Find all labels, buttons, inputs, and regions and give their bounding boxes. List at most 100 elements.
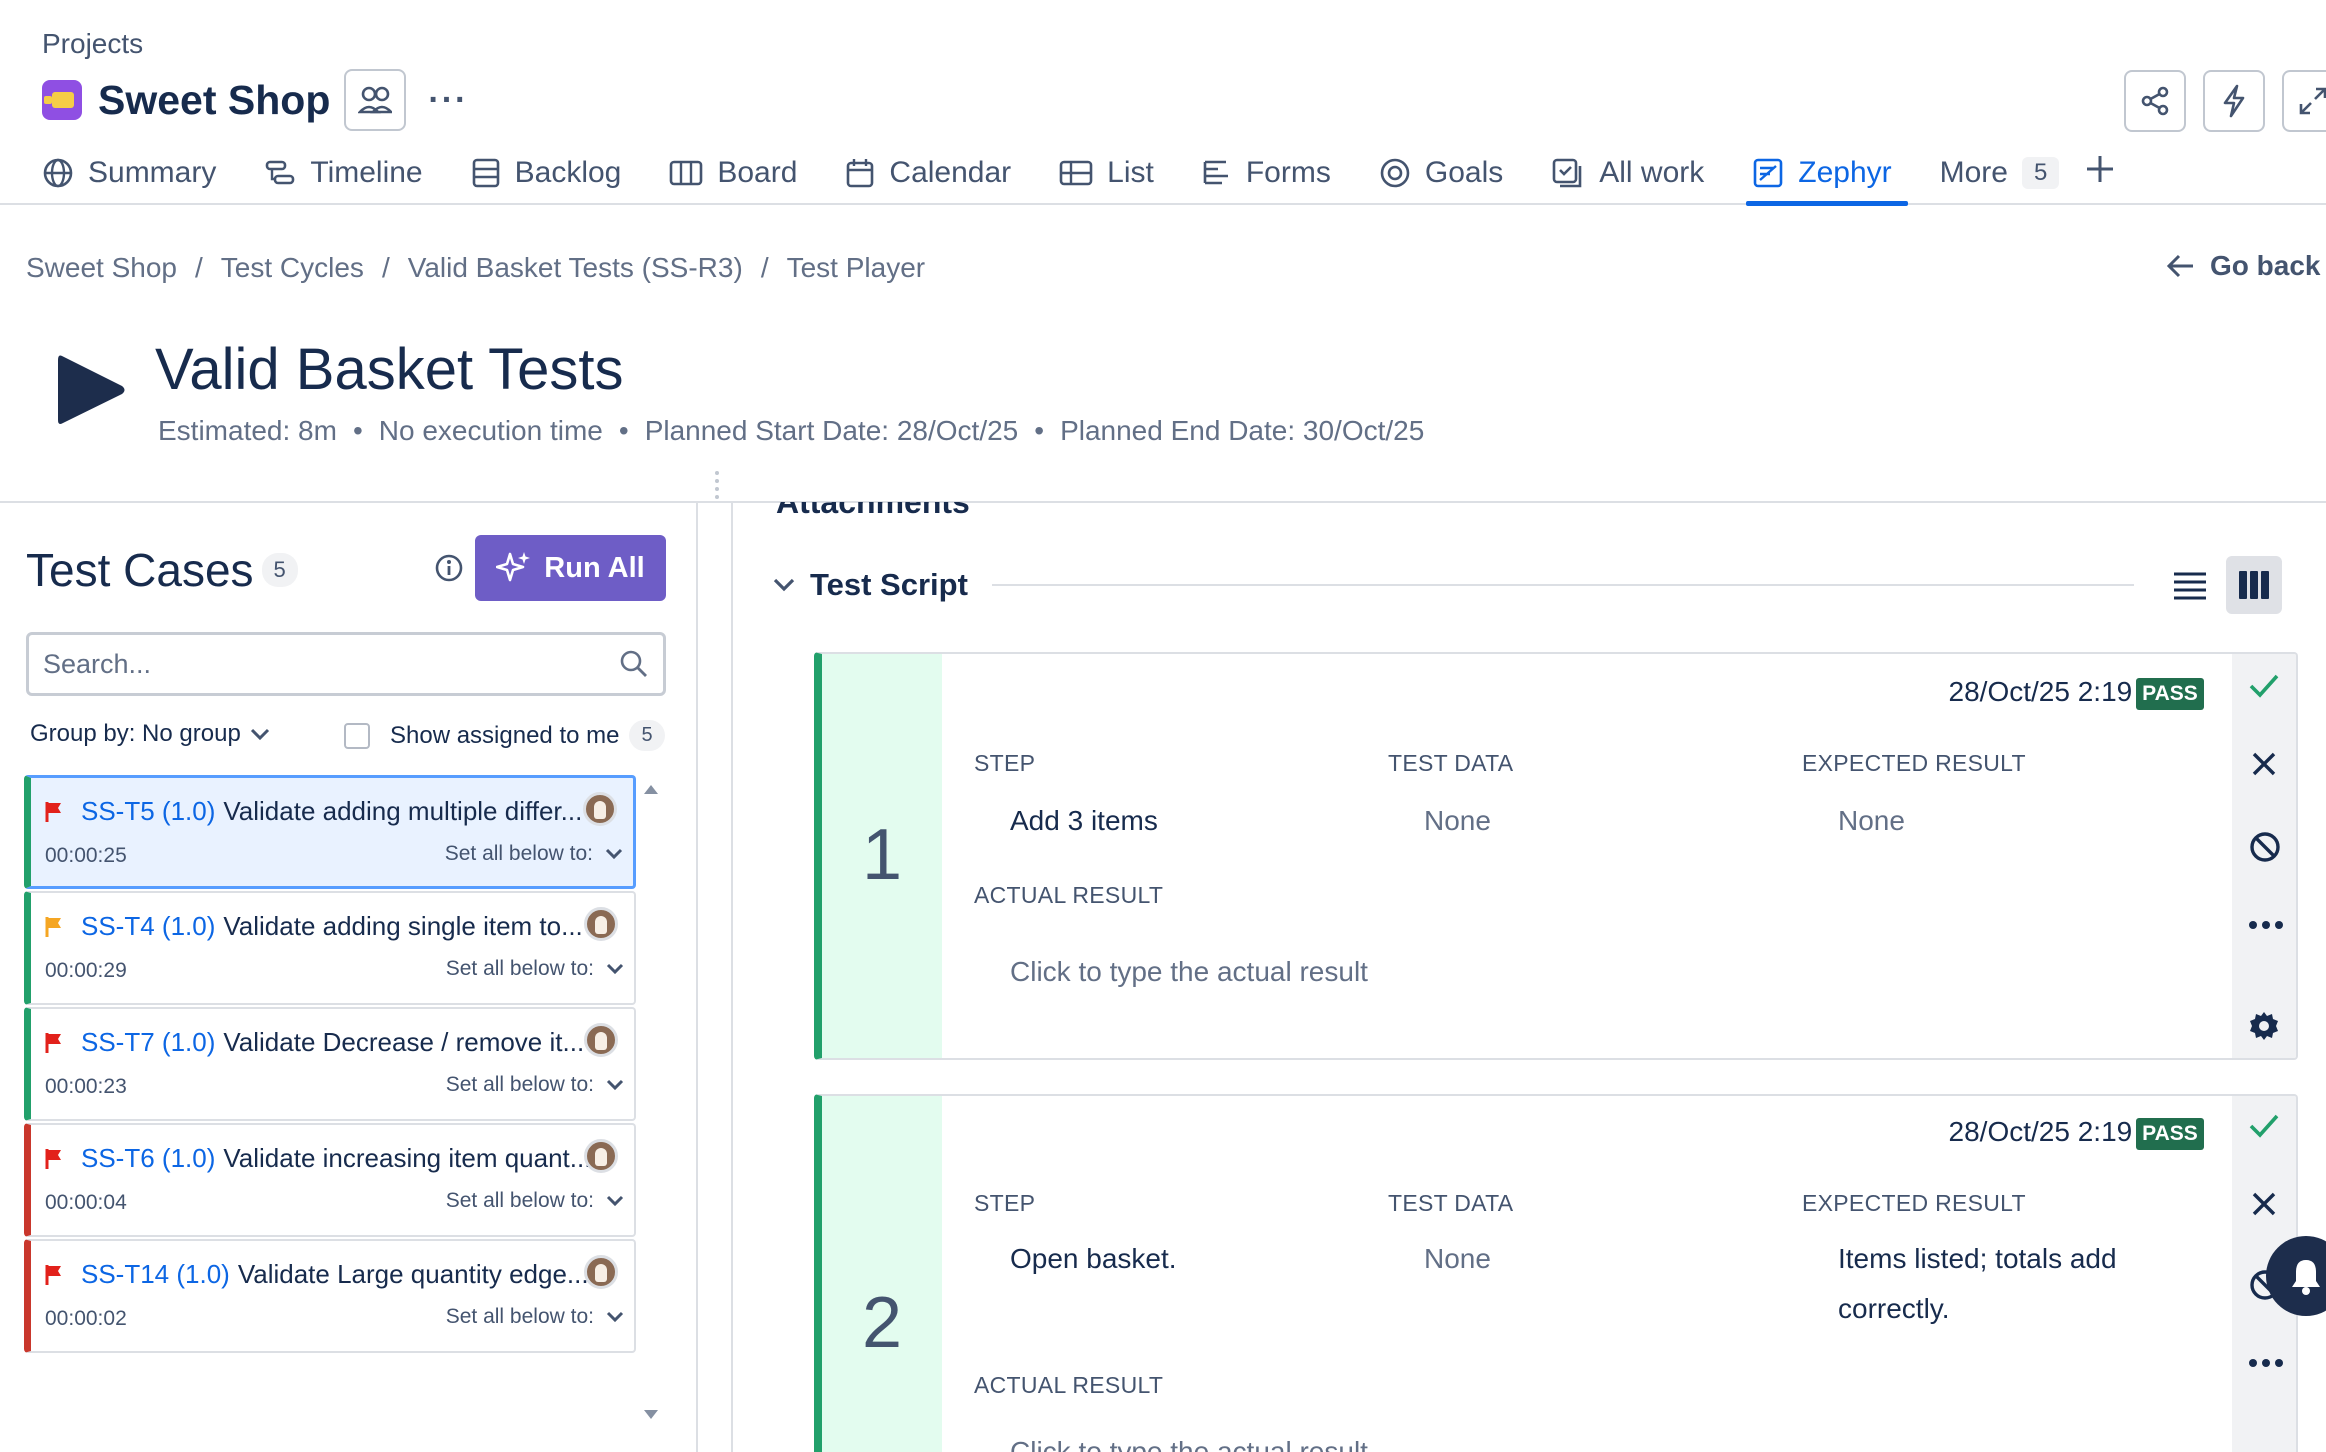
actual-result-input[interactable]: Click to type the actual result (1010, 1436, 1368, 1452)
more-actions-icon[interactable]: ··· (428, 81, 468, 120)
automation-button[interactable] (2203, 70, 2265, 132)
tab-backlog[interactable]: Backlog (471, 146, 621, 200)
breadcrumb-separator: / (195, 252, 203, 283)
sparkle-icon (496, 552, 531, 582)
team-button[interactable] (344, 69, 407, 131)
list-view-toggle[interactable] (2162, 556, 2218, 614)
tab-label: Calendar (889, 156, 1012, 189)
info-icon[interactable] (434, 553, 464, 583)
step-test-data[interactable]: None (1424, 796, 1784, 846)
test-case-item[interactable]: SS-T6 (1.0) Validate increasing item quan… (24, 1123, 636, 1237)
test-case-key[interactable]: SS-T7 (1.0) (81, 1027, 215, 1058)
meta-separator: • (352, 415, 363, 446)
fullscreen-button[interactable] (2282, 70, 2326, 132)
group-by-dropdown[interactable]: Group by: No group (30, 720, 271, 748)
breadcrumb-test-cycles[interactable]: Test Cycles (221, 252, 364, 284)
test-case-duration: 00:00:23 (45, 1075, 127, 1098)
test-data-label: TEST DATA (1388, 1190, 1514, 1216)
test-case-key[interactable]: SS-T14 (1.0) (81, 1259, 230, 1290)
chevron-down-icon (250, 728, 269, 741)
more-options-icon[interactable] (2248, 920, 2284, 930)
attachments-section-header[interactable]: Attachments (776, 502, 970, 514)
tab-goals[interactable]: Goals (1379, 146, 1503, 200)
actual-result-label: ACTUAL RESULT (974, 1372, 1164, 1398)
share-button[interactable] (2124, 70, 2186, 132)
test-case-item[interactable]: SS-T4 (1.0) Validate adding single item t… (24, 891, 636, 1005)
fail-x-icon[interactable] (2250, 750, 2278, 778)
tab-label: All work (1599, 156, 1705, 189)
test-case-name: Validate increasing item quant... (223, 1143, 592, 1173)
pass-check-icon[interactable] (2248, 672, 2280, 700)
step-number: 2 (861, 1283, 903, 1363)
step-expected-result[interactable]: None (1838, 796, 2178, 846)
set-all-below-dropdown[interactable]: Set all below to: (446, 1189, 624, 1213)
step-number-column: 2 (822, 1096, 942, 1452)
test-cases-panel: Test Cases 5 Run All Group by: No group … (0, 503, 698, 1452)
expand-icon (2299, 87, 2326, 115)
step-expected-result[interactable]: Items listed; totals add correctly. (1838, 1234, 2158, 1334)
panel-resize-handle[interactable] (714, 470, 720, 500)
step-description[interactable]: Add 3 items (1010, 796, 1370, 846)
pass-check-icon[interactable] (2248, 1112, 2280, 1140)
projects-breadcrumb[interactable]: Projects (42, 28, 143, 60)
assignee-avatar (583, 792, 617, 826)
more-options-icon[interactable] (2248, 1358, 2284, 1368)
step-test-data[interactable]: None (1424, 1234, 1784, 1284)
column-view-toggle[interactable] (2226, 556, 2282, 614)
show-assigned-checkbox[interactable] (344, 722, 370, 749)
set-all-below-dropdown[interactable]: Set all below to: (446, 1073, 624, 1097)
test-case-item[interactable]: SS-T5 (1.0) Validate adding multiple diff… (24, 775, 636, 889)
fail-x-icon[interactable] (2250, 1190, 2278, 1218)
go-back-button[interactable]: Go back (2166, 250, 2326, 282)
tab-label: Zephyr (1798, 156, 1892, 189)
test-case-item[interactable]: SS-T14 (1.0) Validate Large quantity edge… (24, 1239, 636, 1353)
actual-result-label: ACTUAL RESULT (974, 882, 1164, 908)
set-all-below-dropdown[interactable]: Set all below to: (446, 957, 624, 981)
all-work-icon (1552, 158, 1582, 188)
breadcrumb-project[interactable]: Sweet Shop (26, 252, 177, 284)
test-case-title-row: SS-T7 (1.0) Validate Decrease / remove it… (45, 1027, 584, 1058)
test-case-key[interactable]: SS-T6 (1.0) (81, 1143, 215, 1174)
test-case-title-row: SS-T6 (1.0) Validate increasing item quan… (45, 1143, 591, 1174)
step-number-column: 1 (822, 654, 942, 1058)
forms-icon (1203, 160, 1228, 185)
actual-result-input[interactable]: Click to type the actual result (1010, 956, 1368, 988)
blocked-icon[interactable] (2248, 830, 2282, 864)
play-icon (56, 352, 126, 428)
set-all-below-dropdown[interactable]: Set all below to: (446, 1305, 624, 1329)
tab-more[interactable]: More 5 (1940, 146, 2060, 200)
run-all-button[interactable]: Run All (475, 535, 666, 601)
tab-timeline[interactable]: Timeline (264, 146, 423, 200)
step-description[interactable]: Open basket. (1010, 1234, 1370, 1284)
chevron-down-icon (606, 1195, 624, 1207)
tab-board[interactable]: Board (669, 146, 797, 200)
breadcrumb-cycle[interactable]: Valid Basket Tests (SS-R3) (408, 252, 743, 284)
bell-icon (2292, 1260, 2320, 1295)
tab-summary[interactable]: Summary (42, 146, 216, 200)
tab-zephyr[interactable]: Zephyr (1746, 146, 1909, 206)
add-tab-button[interactable] (2085, 142, 2115, 196)
tab-calendar[interactable]: Calendar (845, 146, 1011, 200)
test-case-item[interactable]: SS-T7 (1.0) Validate Decrease / remove it… (24, 1007, 636, 1121)
calendar-icon (847, 159, 874, 188)
scroll-down-arrow[interactable] (642, 1409, 660, 1421)
test-case-title-row: SS-T5 (1.0) Validate adding multiple diff… (45, 796, 582, 827)
scroll-up-arrow[interactable] (642, 783, 660, 795)
priority-flag-icon (45, 1148, 61, 1169)
set-all-label: Set all below to: (445, 957, 594, 980)
chevron-down-icon[interactable] (772, 577, 796, 593)
test-case-key[interactable]: SS-T4 (1.0) (81, 911, 215, 942)
gear-icon[interactable] (2248, 1010, 2280, 1042)
tab-list[interactable]: List (1059, 146, 1154, 200)
tab-forms[interactable]: Forms (1202, 146, 1331, 200)
set-all-below-dropdown[interactable]: Set all below to: (445, 842, 623, 866)
breadcrumb-separator: / (381, 252, 390, 283)
expected-result-label: EXPECTED RESULT (1802, 1190, 2026, 1216)
search-input[interactable] (43, 648, 619, 680)
search-field[interactable] (26, 632, 666, 696)
test-case-key[interactable]: SS-T5 (1.0) (81, 796, 215, 827)
status-badge: PASS (2136, 1118, 2204, 1150)
show-assigned-toggle[interactable]: Show assigned to me 5 (344, 720, 665, 751)
test-case-name: Validate adding multiple differ... (223, 796, 583, 826)
tab-all-work[interactable]: All work (1551, 146, 1704, 200)
